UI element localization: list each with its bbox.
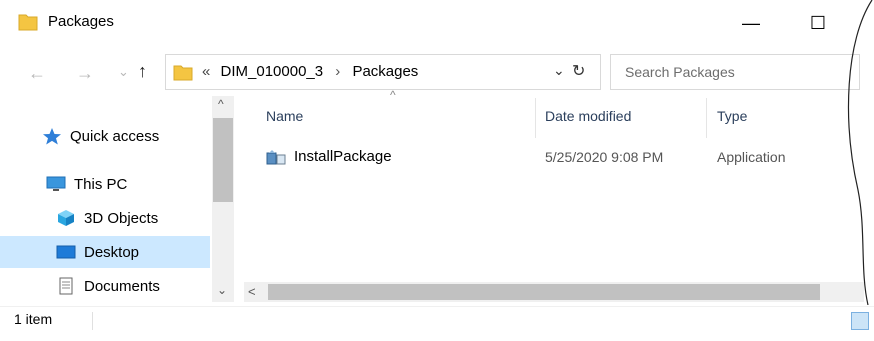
star-icon (43, 128, 61, 145)
sidebar-item-label: Documents (84, 277, 160, 295)
sidebar-item-quick-access[interactable]: Quick access (0, 120, 210, 152)
recent-locations-button[interactable]: ⌄ (118, 64, 129, 80)
folder-icon (18, 14, 38, 31)
sidebar-item-3d-objects[interactable]: 3D Objects (0, 202, 210, 234)
column-divider[interactable] (535, 98, 536, 138)
sidebar-item-label: Desktop (84, 243, 140, 261)
horizontal-scroll-thumb[interactable] (268, 284, 820, 300)
search-input[interactable]: Search Packages (625, 64, 735, 80)
navigation-pane: Quick access This PC 3D Objects Desktop … (0, 96, 210, 302)
breadcrumb: « DIM_010000_3 › Packages (202, 63, 418, 80)
minimize-button[interactable]: — (728, 0, 774, 46)
search-box[interactable]: Search Packages (610, 54, 860, 90)
sidebar-item-this-pc[interactable]: This PC (0, 168, 210, 200)
folder-icon (173, 65, 193, 81)
column-header-type[interactable]: Type (717, 108, 747, 124)
decorative-curve (847, 0, 873, 305)
scroll-up-icon[interactable]: ^ (218, 97, 224, 111)
desktop-icon (56, 245, 76, 259)
maximize-button[interactable]: ☐ (795, 0, 841, 46)
navigation-scroll-thumb[interactable] (213, 118, 233, 202)
breadcrumb-overflow[interactable]: « (202, 63, 210, 80)
column-divider[interactable] (706, 98, 707, 138)
details-view-icon[interactable] (851, 312, 869, 330)
breadcrumb-separator: › (335, 63, 341, 80)
sidebar-item-documents[interactable]: Documents (0, 270, 210, 302)
column-header-date-modified[interactable]: Date modified (545, 108, 631, 124)
file-name[interactable]: InstallPackage (294, 148, 392, 165)
item-count: 1 item (14, 311, 53, 327)
status-bar (0, 306, 874, 341)
cube-icon (58, 210, 74, 226)
scroll-down-icon[interactable]: ⌄ (217, 283, 227, 297)
breadcrumb-segment[interactable]: Packages (352, 63, 418, 80)
sidebar-item-desktop[interactable]: Desktop (0, 236, 210, 268)
application-icon (266, 150, 286, 165)
file-type: Application (717, 149, 786, 165)
file-date-modified: 5/25/2020 9:08 PM (545, 149, 664, 165)
status-divider (92, 312, 93, 330)
scroll-left-icon[interactable]: < (248, 284, 256, 299)
breadcrumb-segment[interactable]: DIM_010000_3 (221, 63, 324, 80)
title-bar: Packages — ☐ (0, 0, 874, 46)
forward-button[interactable]: → (76, 63, 94, 84)
up-button[interactable]: ↑ (138, 61, 147, 82)
sidebar-item-label: Quick access (70, 127, 160, 145)
column-header-name[interactable]: Name (266, 108, 303, 124)
sort-ascending-icon: ^ (390, 88, 396, 102)
address-dropdown-icon[interactable]: ⌄ (553, 62, 565, 79)
computer-icon (46, 176, 66, 191)
window-title: Packages (48, 13, 114, 30)
document-icon (59, 277, 73, 295)
sidebar-item-label: 3D Objects (84, 209, 159, 227)
sidebar-item-label: This PC (74, 175, 128, 193)
refresh-icon[interactable]: ↻ (572, 61, 585, 81)
address-bar[interactable]: « DIM_010000_3 › Packages ⌄ ↻ (165, 54, 601, 90)
back-button[interactable]: ← (28, 63, 46, 84)
